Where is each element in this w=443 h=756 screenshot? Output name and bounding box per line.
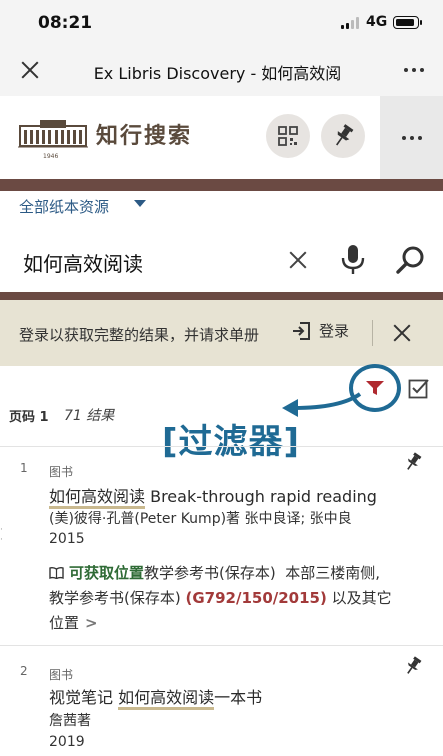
- qr-code-button[interactable]: [266, 114, 310, 158]
- status-time: 08:21: [38, 13, 93, 33]
- logo-text: 知行搜索: [96, 123, 193, 149]
- select-checkbox-icon[interactable]: [408, 377, 430, 399]
- search-icon[interactable]: [396, 245, 426, 275]
- result-title-highlight: 如何高效阅读: [118, 688, 215, 710]
- pin-icon[interactable]: [404, 452, 422, 472]
- page-number-label: 页码 1: [9, 410, 49, 425]
- result-year: 2015: [49, 531, 85, 547]
- pinned-items-button[interactable]: [321, 114, 365, 158]
- result-title-rest: Break-through rapid reading: [145, 487, 377, 506]
- status-bar: 08:21 4G: [0, 0, 443, 44]
- header-divider: [0, 179, 443, 191]
- close-banner-icon[interactable]: [392, 323, 412, 343]
- result-title-highlight: 如何高效阅读: [49, 487, 146, 509]
- battery-icon: [393, 16, 422, 29]
- login-label: 登录: [319, 322, 350, 340]
- result-title[interactable]: 视觉笔记 如何高效阅读一本书: [49, 684, 263, 710]
- availability-line[interactable]: 可获取位置教学参考书(保存本) 本部三楼南侧, 教学参考书(保存本) (G792…: [49, 561, 429, 636]
- availability-suffix: 以及其它: [331, 589, 392, 607]
- banner-separator: [372, 320, 373, 346]
- search-scope-select[interactable]: 全部纸本资源: [19, 196, 109, 217]
- availability-suffix-2: 位置: [49, 614, 80, 632]
- results-divider: [0, 645, 443, 646]
- close-icon[interactable]: [18, 58, 42, 82]
- result-title[interactable]: 如何高效阅读 Break-through rapid reading: [49, 483, 377, 509]
- edge-mark: · ·: [0, 525, 3, 545]
- result-type: 图书: [49, 668, 74, 682]
- browser-title-bar: Ex Libris Discovery - 如何高效阅: [0, 44, 443, 96]
- logo-year: 1946: [43, 153, 59, 160]
- clear-search-icon[interactable]: [288, 250, 308, 270]
- results-divider: [0, 446, 443, 447]
- result-type: 图书: [49, 465, 74, 479]
- page-title: Ex Libris Discovery - 如何高效阅: [93, 64, 342, 83]
- login-button[interactable]: 登录: [291, 320, 349, 341]
- login-banner: 登录以获取完整的结果，并请求单册 登录: [0, 300, 443, 366]
- microphone-icon[interactable]: [340, 244, 366, 276]
- login-banner-text: 登录以获取完整的结果，并请求单册: [19, 326, 260, 344]
- result-number: 2: [20, 664, 28, 678]
- qr-code-icon: [278, 126, 298, 146]
- filter-annotation-label: [过滤器]: [162, 422, 301, 462]
- search-input[interactable]: 如何高效阅读: [23, 248, 143, 277]
- result-author: (美)彼得·孔普(Peter Kump)著 张中良译; 张中良: [49, 511, 352, 527]
- network-label: 4G: [366, 14, 388, 30]
- availability-place: 本部三楼南侧,: [285, 564, 381, 582]
- availability-location: 教学参考书(保存本): [144, 564, 276, 582]
- availability-status: 可获取位置: [69, 564, 145, 582]
- header-menu-button[interactable]: [380, 96, 443, 179]
- result-year: 2019: [49, 734, 85, 750]
- call-number: (G792/150/2015): [185, 589, 327, 607]
- chevron-right-icon[interactable]: >: [85, 614, 98, 632]
- site-header: 1946 知行搜索: [0, 96, 443, 179]
- chevron-down-icon[interactable]: [134, 200, 146, 207]
- availability-location-2: 教学参考书(保存本): [49, 589, 181, 607]
- search-divider: [0, 292, 443, 300]
- result-title-rest: 一本书: [214, 688, 263, 707]
- signal-icon: [341, 17, 361, 29]
- result-author: 詹茜著: [49, 713, 91, 729]
- result-number: 1: [20, 461, 28, 475]
- pin-icon[interactable]: [404, 656, 422, 676]
- pin-icon: [336, 124, 354, 146]
- result-title-prefix: 视觉笔记: [49, 688, 119, 707]
- sign-in-icon: [293, 321, 310, 340]
- more-menu-icon: [402, 136, 422, 140]
- results-count: 71 结果: [64, 408, 115, 424]
- more-options-icon[interactable]: [404, 68, 424, 72]
- library-building-logo[interactable]: [18, 116, 88, 156]
